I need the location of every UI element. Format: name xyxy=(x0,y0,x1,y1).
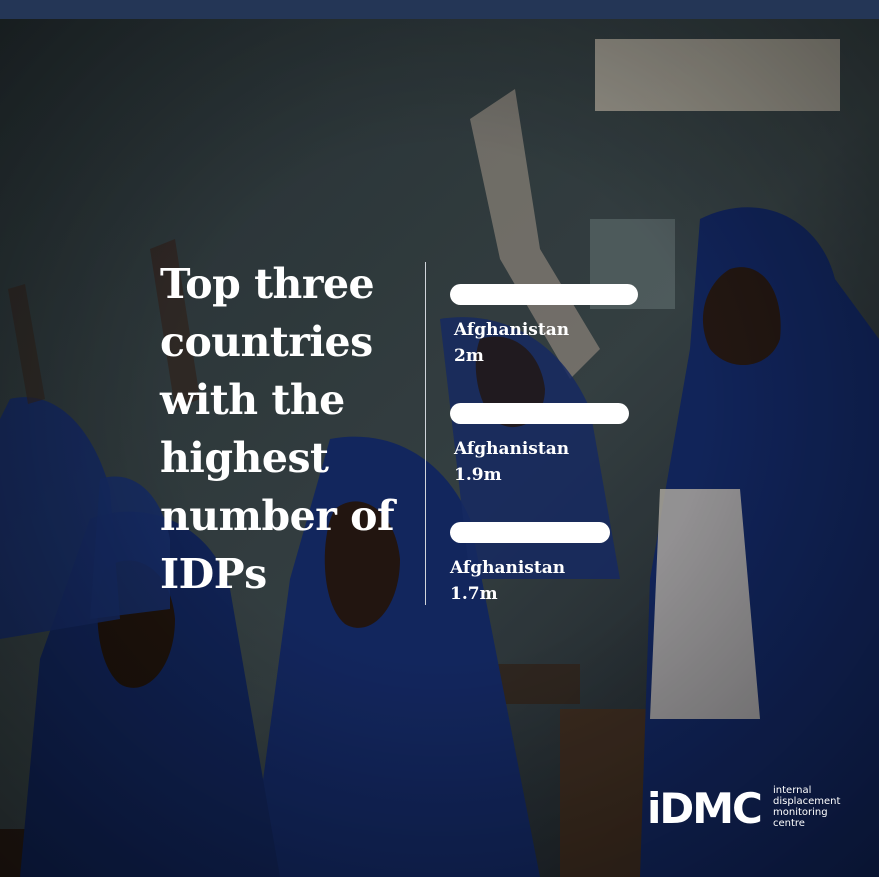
bar-category-label: Afghanistan xyxy=(454,439,570,459)
logo-subtitle-line: centre xyxy=(773,818,805,829)
logo-subtitle-line: internal xyxy=(773,785,812,796)
title-line: Top three xyxy=(160,260,375,308)
bar-category-label: Afghanistan xyxy=(450,558,566,578)
bar-3 xyxy=(450,522,610,543)
bar-1 xyxy=(450,284,638,305)
idmc-logo: iDMC internal displacement monitoring ce… xyxy=(647,784,857,834)
title-line: with the xyxy=(160,376,345,424)
title-line: highest xyxy=(160,434,329,482)
bar-chart: Afghanistan 2m Afghanistan 1.9m Afghanistan 1… xyxy=(440,270,670,610)
infographic-canvas: Top three countries with the highest num… xyxy=(0,0,879,877)
title-line: IDPs xyxy=(160,550,267,598)
logo-subtitle-line: monitoring xyxy=(773,807,828,818)
bar-value-label: 1.9m xyxy=(454,465,502,485)
logo-subtitle: internal displacement monitoring centre xyxy=(773,785,840,829)
vertical-divider xyxy=(425,262,426,605)
bar-value-label: 2m xyxy=(454,346,484,366)
top-accent-bar xyxy=(0,0,879,19)
logo-subtitle-line: displacement xyxy=(773,796,841,807)
infographic-title: Top three countries with the highest num… xyxy=(160,255,410,603)
bar-2 xyxy=(450,403,629,424)
title-line: countries xyxy=(160,318,373,366)
logo-wordmark: iDMC xyxy=(647,784,763,833)
bar-category-label: Afghanistan xyxy=(454,320,570,340)
bar-value-label: 1.7m xyxy=(450,584,498,604)
title-line: number of xyxy=(160,492,395,540)
